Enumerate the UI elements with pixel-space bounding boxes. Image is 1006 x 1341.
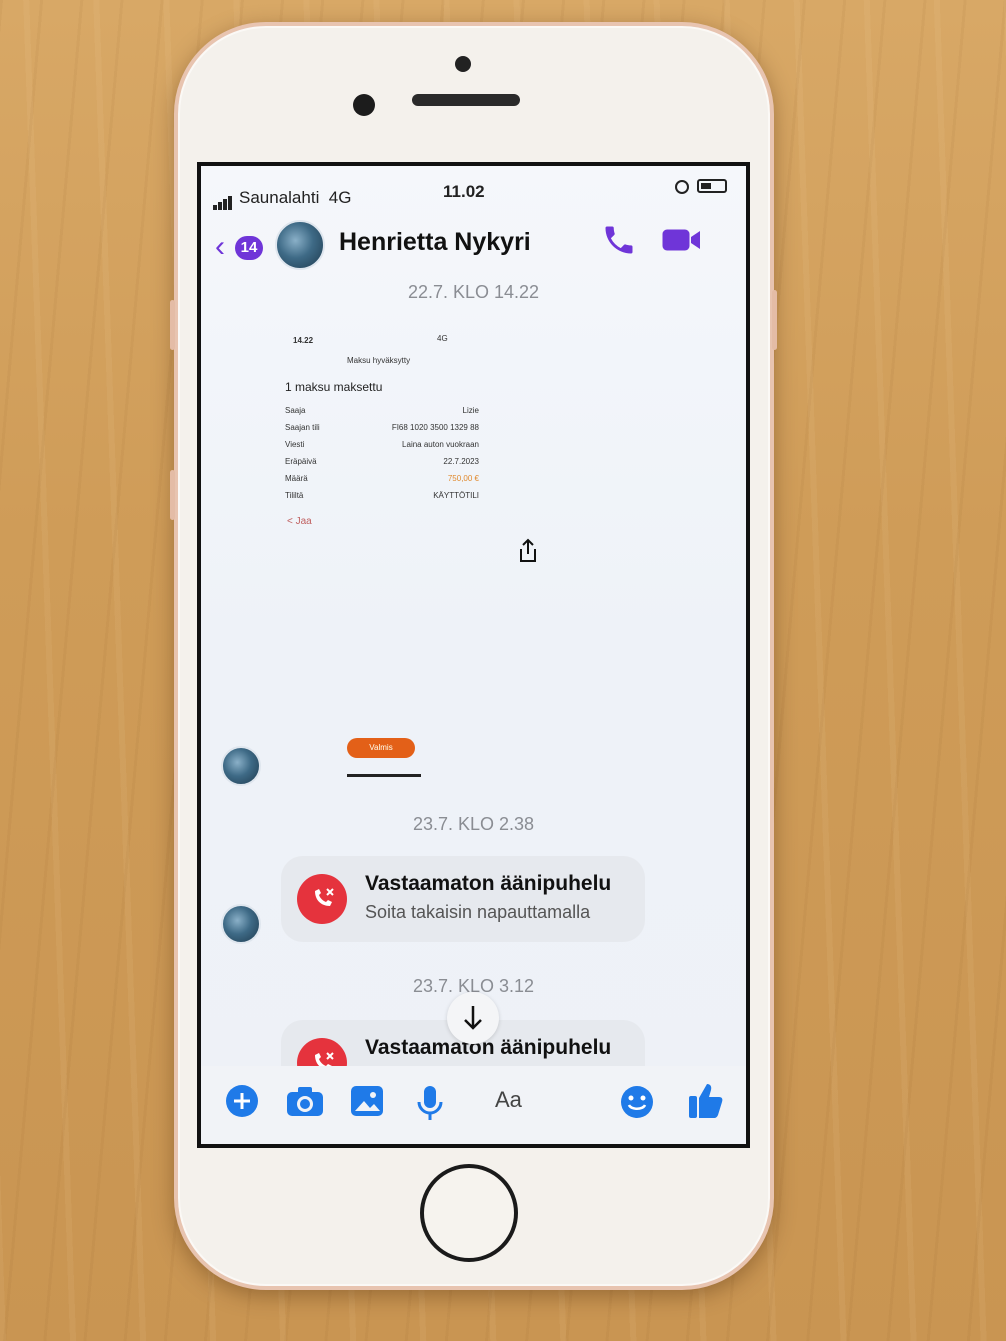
missed-call-title: Vastaamaton äänipuhelu [365,872,612,895]
receipt-row-value: KÄYTTÖTILI [433,491,479,500]
contact-avatar[interactable] [275,220,325,270]
volume-button [170,300,175,350]
volume-button [170,470,175,520]
scroll-to-bottom-button[interactable] [447,992,499,1044]
receipt-row-label: Saajan tili [285,423,320,432]
phone-screen: Saunalahti 4G 11.02 ‹ 14 Henrietta Nykyr… [197,162,750,1148]
carrier-label: Saunalahti 4G [239,188,351,208]
receipt-row-value: FI68 1020 3500 1329 88 [391,423,479,432]
receipt-row-label: Saaja [285,406,306,415]
chat-header: ‹ 14 Henrietta Nykyri [201,214,746,274]
message-timestamp: 23.7. KLO 2.38 [412,814,535,834]
network-type: 4G [328,188,352,207]
receipt-home-indicator [347,774,421,777]
receipt-time: 14.22 [293,336,314,345]
missed-call-subtitle: Soita takaisin napauttamalla [365,902,591,922]
rotation-lock-icon [675,180,689,194]
receipt-share-label: Jaa [295,516,312,527]
contact-name[interactable]: Henrietta Nykyri [339,228,531,257]
status-time: 11.02 [443,182,485,201]
signal-icon [213,190,233,210]
receipt-row-label: Määrä [285,474,308,483]
payment-receipt-image[interactable]: 14.22 4G Maksu hyväksytty 1 maksu makset… [271,318,491,778]
plus-icon[interactable] [225,1084,259,1118]
message-composer [201,1066,746,1144]
receipt-amount-value: 750,00 € [447,474,479,483]
receipt-share-link: < Jaa [287,516,312,527]
arrow-down-icon [464,1006,482,1030]
proximity-sensor [455,56,471,72]
receipt-row-value: 22.7.2023 [443,457,479,466]
receipt-signal: 4G [437,334,448,343]
receipt-row-label: Tililtä [285,491,304,500]
thumbs-up-icon[interactable] [687,1080,725,1120]
battery-icon [697,179,727,193]
receipt-row-value: Laina auton vuokraan [402,440,479,449]
receipt-row: Tililtä KÄYTTÖTILI [285,491,479,500]
missed-call-card[interactable]: Vastaamaton äänipuhelu Soita takaisin na… [281,856,645,942]
receipt-row: Saaja Lizie [285,406,479,415]
message-timestamp: 22.7. KLO 14.22 [407,282,540,302]
receipt-row-label: Viesti [285,440,305,449]
carrier-name: Saunalahti [239,188,320,207]
earpiece-speaker [412,94,520,106]
receipt-title: Maksu hyväksytty [347,356,411,365]
receipt-row: Saajan tili FI68 1020 3500 1329 88 [285,423,479,432]
phone-icon[interactable] [601,222,637,258]
side-button [772,290,777,350]
receipt-row: Viesti Laina auton vuokraan [285,440,479,449]
sender-avatar[interactable] [221,746,261,786]
chevron-left-icon[interactable]: ‹ [215,232,225,262]
missed-call-icon [297,874,347,924]
front-camera [353,94,375,116]
receipt-row: Eräpäivä 22.7.2023 [285,457,479,466]
home-button[interactable] [420,1164,518,1262]
sender-avatar[interactable] [221,904,261,944]
receipt-row: Määrä 750,00 € [285,474,479,483]
microphone-icon[interactable] [415,1084,445,1122]
receipt-row-value: Lizie [462,406,479,415]
camera-icon[interactable] [285,1084,325,1118]
receipt-row-label: Eräpäivä [285,457,317,466]
share-icon[interactable] [517,538,539,564]
receipt-done-button: Valmis [347,738,415,758]
image-icon[interactable] [349,1084,385,1118]
status-bar: Saunalahti 4G 11.02 [201,166,746,210]
receipt-heading: 1 maksu maksettu [285,380,383,394]
unread-badge[interactable]: 14 [235,236,263,260]
video-camera-icon[interactable] [661,222,703,258]
emoji-icon[interactable] [619,1084,655,1120]
